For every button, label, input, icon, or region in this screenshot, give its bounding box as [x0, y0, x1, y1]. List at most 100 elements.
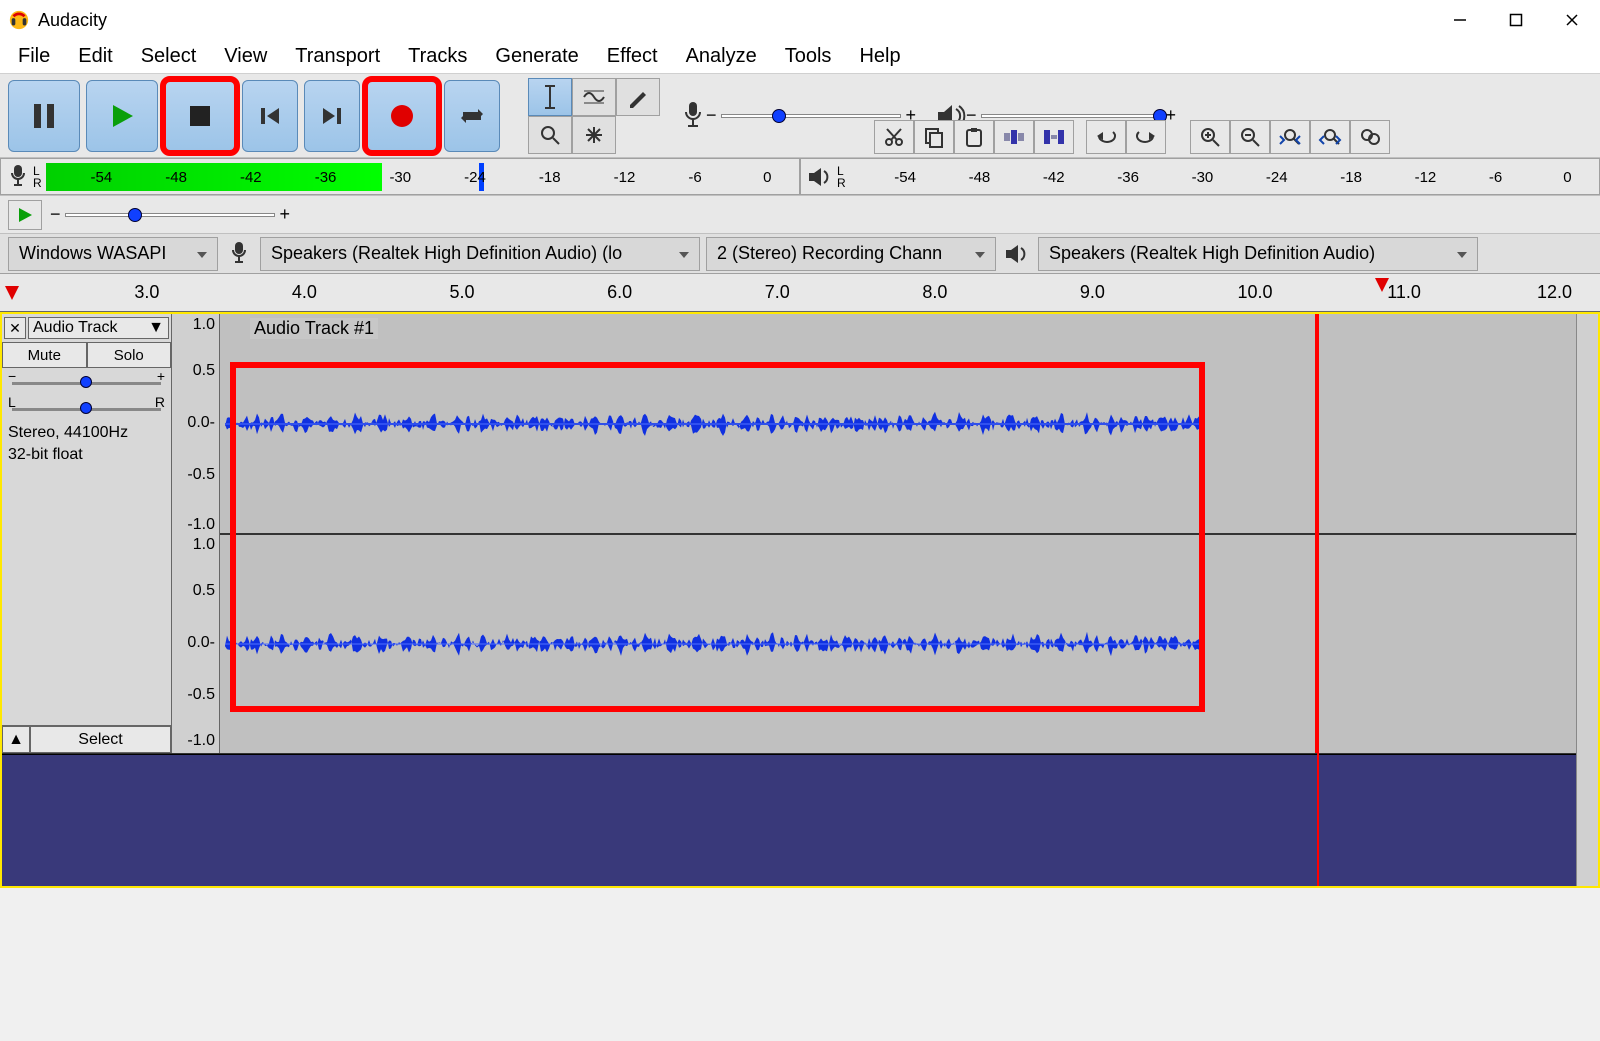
menu-edit[interactable]: Edit: [64, 41, 126, 72]
stop-button[interactable]: [164, 80, 236, 152]
empty-track-space[interactable]: [2, 754, 1598, 884]
timeline-ruler[interactable]: 3.0 4.0 5.0 6.0 7.0 8.0 9.0 10.0 11.0 12…: [0, 274, 1600, 312]
db-tick: -18: [1340, 169, 1362, 186]
multi-tool[interactable]: [572, 116, 616, 154]
menu-tracks[interactable]: Tracks: [394, 41, 481, 72]
menu-bar: File Edit Select View Transport Tracks G…: [0, 40, 1600, 74]
device-toolbar: Windows WASAPI Speakers (Realtek High De…: [0, 234, 1600, 274]
mute-button[interactable]: Mute: [2, 342, 87, 368]
playback-device-dropdown[interactable]: Speakers (Realtek High Definition Audio): [1038, 237, 1478, 271]
fit-selection-button[interactable]: [1270, 120, 1310, 154]
time-label: 5.0: [450, 282, 475, 303]
zoom-out-button[interactable]: [1230, 120, 1270, 154]
mic-icon: [224, 239, 254, 269]
copy-button[interactable]: [914, 120, 954, 154]
db-tick: -54: [91, 169, 113, 186]
track-format-label: Stereo, 44100Hz: [2, 420, 171, 446]
menu-file[interactable]: File: [4, 41, 64, 72]
zoom-toggle-button[interactable]: [1350, 120, 1390, 154]
db-tick: -30: [389, 169, 411, 186]
menu-select[interactable]: Select: [127, 41, 211, 72]
loop-button[interactable]: [444, 80, 500, 152]
close-button[interactable]: [1544, 0, 1600, 40]
time-label: 10.0: [1238, 282, 1273, 303]
app-icon: [8, 9, 30, 31]
waveform-canvas[interactable]: Audio Track #1: [220, 314, 1598, 753]
track-select-button[interactable]: Select: [30, 726, 171, 753]
tools-toolbar: [528, 78, 660, 116]
recording-device-dropdown[interactable]: Speakers (Realtek High Definition Audio)…: [260, 237, 700, 271]
db-tick: -30: [1192, 169, 1214, 186]
track-waveform-area[interactable]: 1.0 0.5 0.0- -0.5 -1.0 1.0 0.5 0.0- -0.5…: [172, 314, 1598, 753]
window-controls: [1432, 0, 1600, 40]
vertical-scrollbar[interactable]: [1576, 314, 1598, 886]
pause-button[interactable]: [8, 80, 80, 152]
edit-toolbar: [874, 120, 1390, 154]
play-at-speed-toolbar: − +: [0, 196, 1600, 234]
track-name-label: Audio Track: [33, 319, 117, 337]
db-tick: -48: [969, 169, 991, 186]
recording-channels-dropdown[interactable]: 2 (Stereo) Recording Chann: [706, 237, 996, 271]
menu-transport[interactable]: Transport: [281, 41, 394, 72]
track-collapse-button[interactable]: ▲: [2, 726, 30, 753]
time-label: 9.0: [1080, 282, 1105, 303]
minimize-button[interactable]: [1432, 0, 1488, 40]
skip-start-button[interactable]: [242, 80, 298, 152]
playback-meter[interactable]: LR -54 -48 -42 -36 -30 -24 -18 -12 -6 0: [800, 158, 1600, 195]
trim-button[interactable]: [994, 120, 1034, 154]
quickplay-indicator: [0, 274, 24, 311]
db-tick: 0: [1563, 169, 1571, 186]
envelope-tool[interactable]: [572, 78, 616, 116]
menu-analyze[interactable]: Analyze: [672, 41, 771, 72]
track-pan-slider[interactable]: L R: [2, 398, 171, 420]
menu-effect[interactable]: Effect: [593, 41, 672, 72]
undo-button[interactable]: [1086, 120, 1126, 154]
waveform-left: [225, 409, 1205, 439]
track-gain-slider[interactable]: −+: [2, 372, 171, 394]
menu-tools[interactable]: Tools: [771, 41, 846, 72]
track-close-button[interactable]: ✕: [4, 317, 26, 339]
audio-host-dropdown[interactable]: Windows WASAPI: [8, 237, 218, 271]
time-label: 11.0: [1387, 282, 1421, 303]
play-at-speed-button[interactable]: [8, 200, 42, 230]
clip-name-label[interactable]: Audio Track #1: [250, 318, 378, 339]
play-button[interactable]: [86, 80, 158, 152]
db-tick: -54: [894, 169, 916, 186]
playback-speed-slider[interactable]: − +: [50, 204, 290, 225]
mic-icon: [7, 163, 29, 191]
mic-icon: [680, 100, 706, 132]
app-title: Audacity: [38, 10, 107, 31]
waveform-right: [225, 629, 1205, 659]
solo-button[interactable]: Solo: [87, 342, 172, 368]
zoom-tool[interactable]: [528, 116, 572, 154]
amplitude-ruler: 1.0 0.5 0.0- -0.5 -1.0 1.0 0.5 0.0- -0.5…: [172, 314, 220, 753]
playhead-marker[interactable]: [1373, 276, 1391, 294]
menu-view[interactable]: View: [210, 41, 281, 72]
db-tick: -6: [1489, 169, 1502, 186]
time-label: 6.0: [607, 282, 632, 303]
skip-end-button[interactable]: [304, 80, 360, 152]
redo-button[interactable]: [1126, 120, 1166, 154]
lr-labels: LR: [33, 165, 42, 189]
menu-generate[interactable]: Generate: [481, 41, 592, 72]
transport-buttons: [8, 80, 500, 152]
db-tick: -12: [1415, 169, 1437, 186]
maximize-button[interactable]: [1488, 0, 1544, 40]
fit-project-button[interactable]: [1310, 120, 1350, 154]
menu-help[interactable]: Help: [845, 41, 914, 72]
time-label: 12.0: [1537, 282, 1572, 303]
paste-button[interactable]: [954, 120, 994, 154]
track-bitdepth-label: 32-bit float: [2, 446, 171, 468]
cut-button[interactable]: [874, 120, 914, 154]
recording-meter[interactable]: LR -54 -48 -42 -36 -30 -24 -18 -12 -6 0: [0, 158, 800, 195]
db-tick: -48: [165, 169, 187, 186]
db-tick: -24: [1266, 169, 1288, 186]
time-label: 7.0: [765, 282, 790, 303]
record-button[interactable]: [366, 80, 438, 152]
silence-button[interactable]: [1034, 120, 1074, 154]
selection-tool[interactable]: [528, 78, 572, 116]
track-menu-button[interactable]: Audio Track▼: [28, 317, 169, 339]
db-tick: -6: [688, 169, 701, 186]
zoom-in-button[interactable]: [1190, 120, 1230, 154]
draw-tool[interactable]: [616, 78, 660, 116]
